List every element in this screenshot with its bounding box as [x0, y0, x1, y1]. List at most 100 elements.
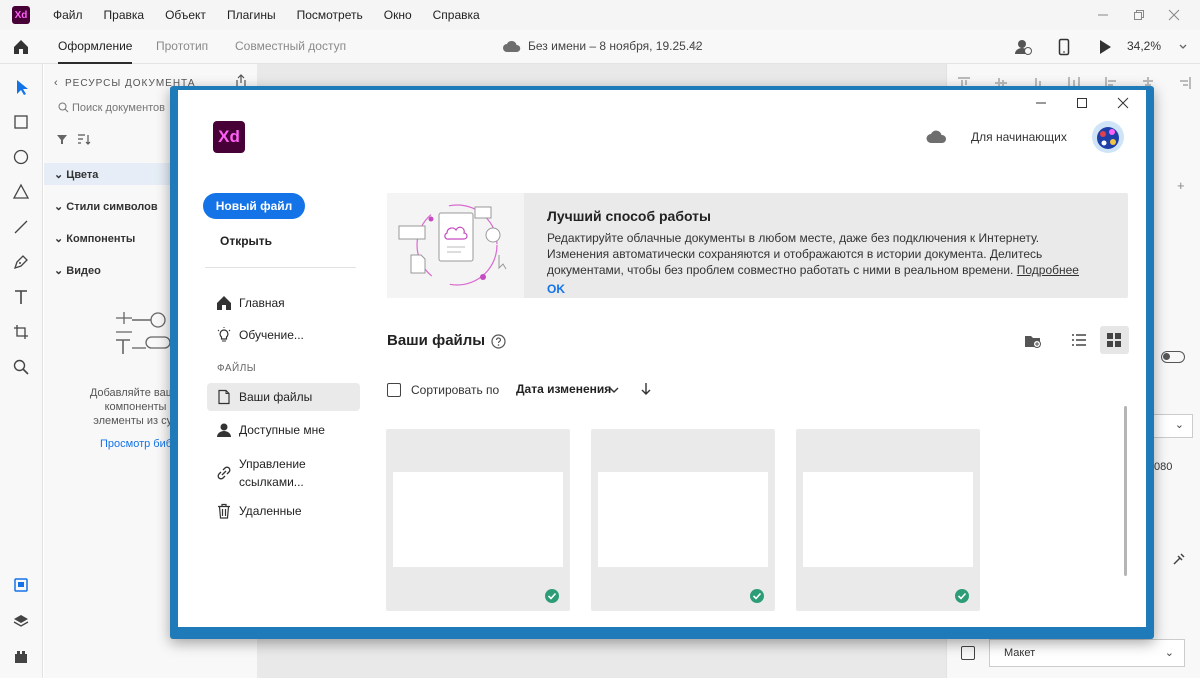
menu-plugins[interactable]: Плагины — [227, 8, 276, 22]
open-button[interactable]: Открыть — [220, 234, 272, 248]
file-card[interactable] — [386, 429, 570, 611]
polygon-tool-icon[interactable] — [12, 183, 30, 201]
banner-title: Лучший способ работы — [547, 208, 711, 224]
nav-manage-links[interactable]: Управление ссылками... — [207, 453, 360, 493]
toggle-switch[interactable] — [1161, 351, 1185, 363]
select-all-checkbox[interactable] — [387, 383, 401, 397]
layout-checkbox[interactable] — [961, 646, 975, 660]
avatar[interactable] — [1092, 121, 1124, 153]
banner-text: Редактируйте облачные документы в любом … — [547, 231, 1079, 277]
file-thumbnail — [803, 472, 973, 567]
grid-view-icon — [1107, 333, 1122, 347]
play-icon[interactable] — [1098, 39, 1112, 55]
minimize-icon[interactable] — [1096, 8, 1110, 22]
sort-direction-arrow-icon[interactable] — [640, 381, 652, 397]
synced-check-icon — [955, 589, 969, 603]
height-value[interactable]: 080 — [1154, 461, 1172, 473]
cloud-icon — [926, 128, 948, 144]
document-title[interactable]: Без имени – 8 ноября, 19.25.42 — [528, 30, 703, 64]
synced-check-icon — [545, 589, 559, 603]
pen-tool-icon[interactable] — [12, 253, 30, 271]
zoom-level[interactable]: 34,2% — [1127, 30, 1161, 64]
select-tool-icon[interactable] — [12, 78, 30, 96]
menu-edit[interactable]: Правка — [104, 8, 145, 22]
eyedropper-icon[interactable] — [1172, 552, 1186, 566]
ellipse-tool-icon[interactable] — [12, 148, 30, 166]
tab-prototype[interactable]: Прототип — [156, 30, 208, 64]
sort-dropdown[interactable]: Дата изменения — [516, 382, 611, 396]
beginner-link[interactable]: Для начинающих — [971, 130, 1067, 144]
menu-window[interactable]: Окно — [384, 8, 412, 22]
xd-logo: Xd — [213, 121, 245, 153]
trash-icon — [216, 503, 232, 519]
chevron-down-icon[interactable] — [690, 42, 700, 52]
cloud-docs-illustration — [387, 193, 524, 298]
section-video[interactable]: ⌄ Видео — [54, 264, 101, 277]
filter-icon[interactable] — [56, 133, 68, 145]
list-view-icon[interactable] — [1071, 333, 1087, 347]
tools-sidebar — [0, 64, 43, 678]
artboard-tool-icon[interactable] — [12, 323, 30, 341]
layers-icon[interactable] — [12, 612, 30, 630]
dialog-close-icon[interactable] — [1116, 96, 1132, 110]
scrollbar[interactable] — [1124, 406, 1127, 576]
promo-banner: Лучший способ работы Редактируйте облачн… — [387, 193, 1128, 298]
tab-design[interactable]: Оформление — [58, 30, 133, 64]
tab-share[interactable]: Совместный доступ — [235, 30, 346, 64]
section-components[interactable]: ⌄ Компоненты — [54, 232, 135, 245]
add-icon[interactable]: + — [1177, 178, 1185, 193]
lightbulb-icon — [216, 327, 232, 343]
back-chevron-icon[interactable]: ‹ — [54, 77, 58, 89]
new-file-button[interactable]: Новый файл — [203, 193, 305, 219]
user-icon — [216, 422, 232, 438]
section-char-styles[interactable]: ⌄ Стили символов — [54, 200, 158, 213]
learn-more-link[interactable]: Подробнее — [1017, 263, 1079, 277]
file-card[interactable] — [591, 429, 775, 611]
chevron-down-icon[interactable] — [1178, 42, 1188, 52]
browse-library-link[interactable]: Просмотр биб — [100, 438, 172, 450]
home-icon[interactable] — [12, 38, 30, 56]
layout-select[interactable]: Макет ⌄ — [989, 639, 1185, 667]
chevron-down-icon[interactable] — [609, 385, 619, 395]
nav-home[interactable]: Главная — [207, 289, 360, 317]
plugins-icon[interactable] — [12, 648, 30, 666]
dialog-minimize-icon[interactable] — [1034, 96, 1050, 110]
text-tool-icon[interactable] — [12, 288, 30, 306]
menu-help[interactable]: Справка — [433, 8, 480, 22]
rectangle-tool-icon[interactable] — [12, 113, 30, 131]
menu-view[interactable]: Посмотреть — [297, 8, 363, 22]
grid-view-button[interactable] — [1100, 326, 1129, 354]
nav-your-files[interactable]: Ваши файлы — [207, 383, 360, 411]
your-files-title: Ваши файлы — [387, 332, 486, 349]
zoom-tool-icon[interactable] — [12, 358, 30, 376]
file-thumbnail — [393, 472, 563, 567]
help-icon[interactable] — [491, 334, 506, 349]
nav-shared[interactable]: Доступные мне — [207, 416, 360, 444]
banner-ok-button[interactable]: OK — [547, 282, 565, 296]
restore-icon[interactable] — [1132, 8, 1146, 22]
main-toolbar: Оформление Прототип Совместный доступ Бе… — [0, 30, 1200, 64]
menu-object[interactable]: Объект — [165, 8, 206, 22]
cloud-icon — [502, 39, 522, 53]
nav-learn[interactable]: Обучение... — [207, 321, 360, 349]
home-icon — [216, 295, 232, 311]
file-card[interactable] — [796, 429, 980, 611]
home-window: Xd Для начинающих Новый файл Открыть Гла… — [178, 90, 1146, 627]
files-section-header: ФАЙЛЫ — [217, 363, 257, 374]
menu-file[interactable]: Файл — [53, 8, 83, 22]
nav-deleted[interactable]: Удаленные — [207, 497, 360, 525]
dialog-maximize-icon[interactable] — [1075, 96, 1091, 110]
line-tool-icon[interactable] — [12, 218, 30, 236]
close-icon[interactable] — [1167, 8, 1181, 22]
mobile-preview-icon[interactable] — [1058, 38, 1070, 56]
section-colors[interactable]: ⌄ Цвета — [54, 168, 98, 181]
new-folder-icon[interactable] — [1024, 333, 1042, 349]
align-right-icon[interactable] — [1178, 76, 1192, 94]
user-add-icon[interactable] — [1014, 38, 1032, 56]
synced-check-icon — [750, 589, 764, 603]
divider — [205, 267, 356, 268]
assets-panel-icon[interactable] — [12, 576, 30, 594]
document-icon — [216, 389, 232, 405]
menu-bar: Файл Правка Объект Плагины Посмотреть Ок… — [53, 0, 501, 30]
sort-icon[interactable] — [77, 133, 91, 145]
